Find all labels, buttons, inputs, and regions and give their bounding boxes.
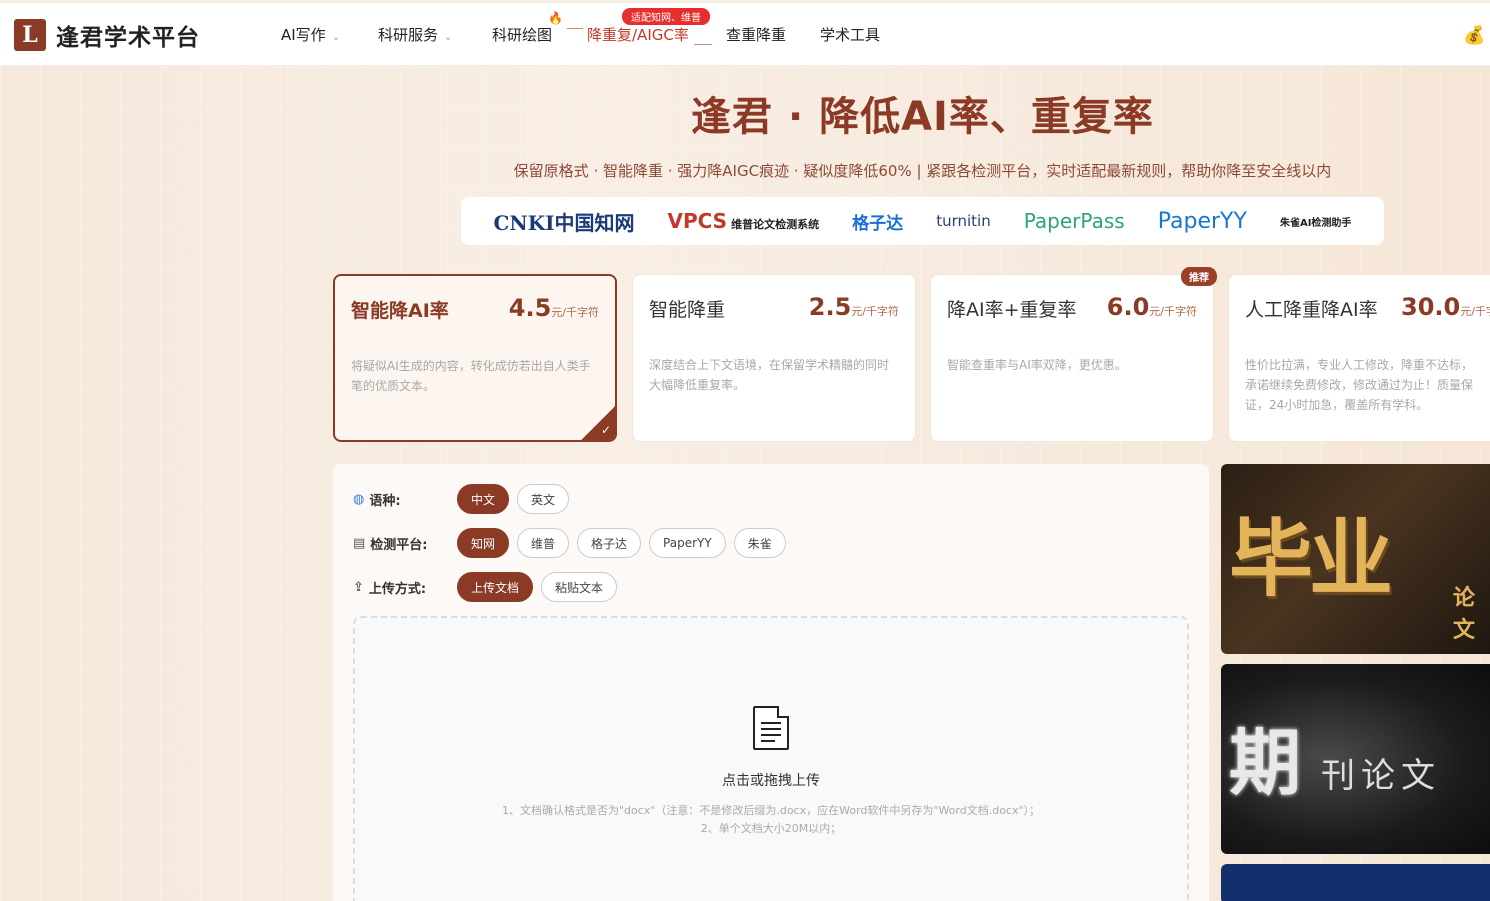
card-price-value: 2.5: [808, 293, 852, 321]
platform-option-zhuque[interactable]: 朱雀: [733, 528, 786, 558]
platform-option-cnki[interactable]: 知网: [457, 528, 510, 558]
price-card-reduce-ai[interactable]: 智能降AI率 4.5元/千字符 将疑似AI生成的内容，转化成仿若出自人类手笔的优…: [333, 274, 617, 442]
card-price: 6.0元/千字符: [1107, 293, 1197, 321]
vpcs-logo-subtext: 维普论文检测系统: [731, 218, 820, 231]
hero-title: 逢君 · 降低AI率、重复率: [691, 94, 1154, 140]
platform-label-text: 检测平台:: [370, 537, 428, 553]
nav-academic-tools-label: 学术工具: [820, 26, 881, 44]
language-label: ◍ 语种:: [353, 490, 457, 509]
decorative-line: [567, 28, 583, 29]
price-card-reduce-repetition[interactable]: 智能降重 2.5元/千字符 深度结合上下文语境，在保留学术精髓的同时大幅降低重复…: [632, 274, 916, 442]
coin-icon[interactable]: 💰: [1463, 25, 1485, 46]
nav-academic-tools[interactable]: 学术工具: [820, 24, 880, 45]
dropzone-note-size: 2、单个文档大小20M以内；: [700, 822, 842, 835]
banner-journal-paper[interactable]: 期 刊论文: [1221, 664, 1490, 854]
banner-journal-title: 期: [1229, 720, 1301, 805]
clipboard-icon: ▤: [353, 535, 366, 551]
card-description: 深度结合上下文语境，在保留学术精髓的同时大幅降低重复率。: [649, 358, 890, 392]
brand-name: 逢君学术平台: [56, 24, 200, 51]
vpcs-logo: VPCS 维普论文检测系统: [668, 209, 820, 233]
card-price-unit: 元/千字符: [551, 306, 599, 319]
brand-logo[interactable]: L 逢君学术平台: [14, 18, 200, 52]
banner-graduation-thesis[interactable]: 毕业 论文: [1221, 464, 1490, 654]
price-card-combo[interactable]: 推荐 降AI率+重复率 6.0元/千字符 智能查重率与AI率双降，更优惠。: [930, 267, 1217, 442]
price-card-manual[interactable]: 人工降重降AI率 30.0元/千字符 性价比拉满，专业人工修改，降重不达标，承诺…: [1228, 274, 1490, 442]
chevron-down-icon: ⌄: [331, 32, 341, 43]
card-name: 人工降重降AI率: [1245, 299, 1378, 321]
language-row: ◍ 语种: 中文 英文: [353, 484, 577, 514]
language-option-chinese[interactable]: 中文: [457, 484, 510, 514]
card-name: 降AI率+重复率: [947, 299, 1077, 321]
globe-icon: ◍: [353, 491, 365, 507]
upload-mode-label-text: 上传方式:: [368, 581, 427, 597]
card-price-value: 4.5: [508, 294, 552, 322]
nav-research-service[interactable]: 科研服务 ⌄: [378, 24, 452, 45]
nav-research-drawing-label: 科研绘图: [492, 26, 553, 44]
nav-badge: 适配知网、维普: [622, 8, 710, 25]
banner-journal-subtitle: 刊论文: [1321, 756, 1441, 796]
hero-subtitle: 保留原格式 · 智能降重 · 强力降AIGC痕迹 · 疑似度降低60% | 紧跟…: [513, 162, 1332, 180]
check-icon: ✓: [600, 423, 611, 437]
cnki-logo: CNKI中国知网: [493, 210, 635, 235]
platform-label: ▤ 检测平台:: [353, 534, 457, 553]
card-price: 4.5元/千字符: [509, 294, 599, 322]
card-price-unit: 元/千字符: [851, 305, 899, 318]
banner-graduation-title: 毕业: [1229, 510, 1393, 608]
upload-mode-row: ⇪ 上传方式: 上传文档 粘贴文本: [353, 572, 625, 602]
nav-research-drawing[interactable]: 科研绘图: [492, 24, 552, 45]
chevron-down-icon: ⌄: [444, 32, 453, 43]
decorative-line: [694, 44, 712, 45]
card-description: 智能查重率与AI率双降，更优惠。: [947, 358, 1127, 372]
file-dropzone[interactable]: 点击或拖拽上传 1、文档确认格式是否为"docx"（注意：不是修改后缀为.doc…: [353, 616, 1189, 901]
card-price-unit: 元/千字符: [1460, 305, 1490, 318]
card-name: 智能降重: [649, 299, 726, 321]
nav-ai-writing[interactable]: AI写作 ⌄: [281, 24, 340, 45]
nav-reduce-repetition-label: 降重复/AIGC率: [587, 26, 689, 44]
platform-option-paperyy[interactable]: PaperYY: [649, 528, 726, 558]
card-price-value: 30.0: [1401, 293, 1461, 321]
card-name: 智能降AI率: [351, 300, 449, 322]
banner-graduation-subtitle: 论文: [1453, 586, 1476, 643]
recommend-badge: 推荐: [1181, 267, 1217, 286]
card-description: 性价比拉满，专业人工修改，降重不达标，承诺继续免费修改，修改通过为止！质量保证，…: [1245, 358, 1474, 412]
zhuque-logo: 朱雀AI检测助手: [1279, 217, 1352, 229]
upload-mode-paste[interactable]: 粘贴文本: [541, 572, 618, 602]
paperyy-logo: PaperYY: [1157, 208, 1247, 234]
top-navigation-bar: L 逢君学术平台 AI写作 ⌄ 科研服务 ⌄ 科研绘图 🔥 适配知网、维普 降重复/…: [0, 3, 1490, 66]
nav-check-reduce[interactable]: 查重降重: [726, 24, 786, 45]
card-description: 将疑似AI生成的内容，转化成仿若出自人类手笔的优质文本。: [351, 359, 591, 393]
nav-reduce-repetition[interactable]: 降重复/AIGC率: [587, 24, 689, 45]
card-price: 30.0元/千字符: [1401, 293, 1490, 321]
document-icon: [753, 706, 789, 750]
upload-mode-document[interactable]: 上传文档: [457, 572, 534, 602]
upload-mode-label: ⇪ 上传方式:: [353, 578, 457, 597]
upload-icon: ⇪: [353, 579, 364, 595]
language-option-english[interactable]: 英文: [517, 484, 570, 514]
card-price-value: 6.0: [1106, 293, 1150, 321]
card-price-unit: 元/千字符: [1149, 305, 1197, 318]
vpcs-logo-text: VPCS: [667, 209, 728, 233]
paperpass-logo: PaperPass: [1023, 209, 1125, 233]
dropzone-notes: 1、文档确认格式是否为"docx"（注意：不是修改后缀为.docx，应在Word…: [355, 802, 1187, 838]
nav-ai-writing-label: AI写作: [281, 26, 326, 44]
upload-form-panel: ◍ 语种: 中文 英文 ▤ 检测平台: 知网 维普 格子达 PaperYY 朱雀 ⇪…: [333, 464, 1209, 901]
gezida-logo: 格子达: [852, 213, 904, 234]
platform-option-gezida[interactable]: 格子达: [577, 528, 642, 558]
logo-icon: L: [14, 19, 46, 51]
platform-row: ▤ 检测平台: 知网 维普 格子达 PaperYY 朱雀: [353, 528, 794, 558]
language-label-text: 语种:: [369, 493, 401, 509]
dropzone-title: 点击或拖拽上传: [722, 773, 820, 789]
detection-platform-logos: CNKI中国知网 VPCS 维普论文检测系统 格子达 turnitin Paper…: [461, 197, 1384, 245]
dropzone-note-format: 1、文档确认格式是否为"docx"（注意：不是修改后缀为.docx，应在Word…: [501, 804, 1041, 817]
turnitin-logo: turnitin: [936, 212, 991, 230]
card-price: 2.5元/千字符: [809, 293, 899, 321]
platform-option-vip[interactable]: 维普: [517, 528, 570, 558]
nav-check-reduce-label: 查重降重: [726, 26, 787, 44]
nav-research-service-label: 科研服务: [378, 26, 439, 44]
fire-icon: 🔥: [548, 11, 563, 25]
selected-check-corner: ✓: [581, 406, 615, 440]
banner-third[interactable]: [1221, 864, 1490, 901]
